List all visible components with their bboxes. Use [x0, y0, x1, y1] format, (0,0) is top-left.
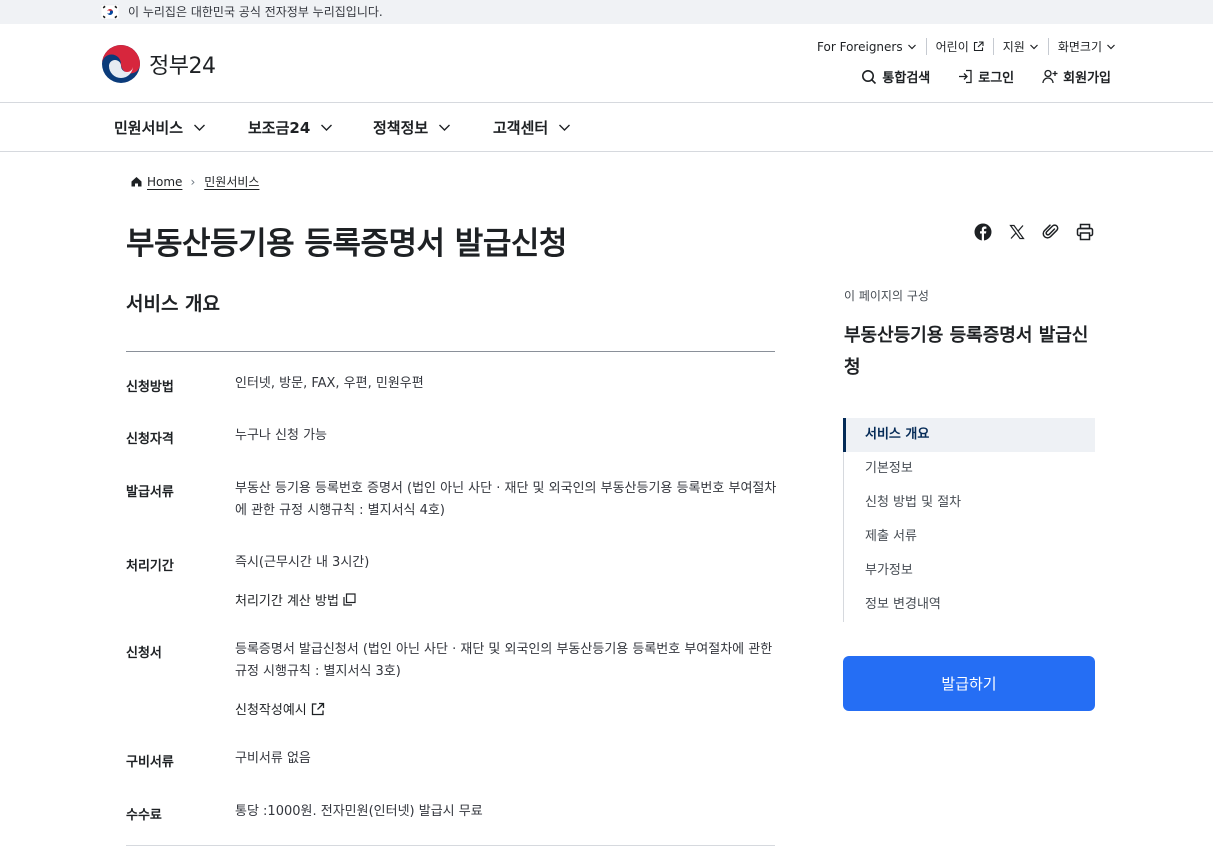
popup-window-icon [343, 593, 356, 606]
chevron-down-icon [321, 124, 333, 131]
row-label-form: 신청서 [126, 646, 162, 661]
utility-label: 지원 [1002, 40, 1025, 54]
search-button[interactable]: 통합검색 [861, 67, 930, 86]
search-icon [862, 69, 877, 84]
chevron-down-icon [1029, 44, 1038, 49]
toc-item-additional[interactable]: 부가정보 [844, 554, 1095, 588]
link-icon [1042, 224, 1059, 239]
print-button[interactable] [1074, 221, 1096, 243]
gov-emblem-icon [102, 45, 140, 83]
issue-button[interactable]: 발급하기 [843, 656, 1095, 711]
row-label-fee: 수수료 [126, 808, 162, 823]
nav-label: 민원서비스 [114, 119, 184, 137]
toc-item-change-history[interactable]: 정보 변경내역 [844, 588, 1095, 622]
row-value-eligibility: 누구나 신청 가능 [235, 428, 327, 443]
row-label-method: 신청방법 [126, 380, 174, 395]
facebook-share-button[interactable] [972, 221, 994, 243]
row-value-required: 구비서류 없음 [235, 751, 311, 766]
overview-bottom-divider [126, 845, 775, 846]
utility-menu: For Foreigners 어린이 지원 화면크기 [808, 38, 1116, 55]
signup-button[interactable]: 회원가입 [1042, 67, 1111, 86]
login-icon [959, 69, 972, 84]
search-label: 통합검색 [882, 71, 931, 86]
period-calc-link[interactable]: 처리기간 계산 방법 [235, 590, 356, 609]
chevron-right-icon: › [190, 174, 196, 189]
chevron-down-icon [907, 44, 916, 49]
period-calc-label: 처리기간 계산 방법 [235, 594, 339, 609]
external-link-icon [973, 41, 984, 52]
site-header: 정부24 For Foreigners 어린이 지원 화면크기 통합검색 로그인 [0, 24, 1213, 103]
home-icon [131, 177, 142, 187]
main-navigation: 민원서비스 보조금24 정책정보 고객센터 [0, 103, 1213, 152]
utility-screen-size[interactable]: 화면크기 [1047, 38, 1116, 55]
toc-item-documents[interactable]: 제출 서류 [844, 520, 1095, 554]
row-value-form: 등록증명서 발급신청서 (법인 아닌 사단 · 재단 및 외국인의 부동산등기용… [235, 642, 773, 679]
overview-top-divider [126, 351, 775, 352]
user-plus-icon [1042, 69, 1058, 84]
section-title-overview: 서비스 개요 [126, 293, 221, 315]
chevron-down-icon [439, 124, 451, 131]
utility-label: For Foreigners [817, 39, 903, 54]
chevron-down-icon [194, 124, 206, 131]
utility-for-foreigners[interactable]: For Foreigners [808, 40, 926, 54]
page-title: 부동산등기용 등록증명서 발급신청 [126, 226, 567, 262]
login-button[interactable]: 로그인 [958, 67, 1014, 86]
external-link-icon [311, 702, 324, 715]
nav-item-civil-service[interactable]: 민원서비스 [114, 117, 206, 138]
utility-kids[interactable]: 어린이 [925, 38, 993, 55]
toc-item-method[interactable]: 신청 방법 및 절차 [844, 486, 1095, 520]
gov-notice-text: 이 누리집은 대한민국 공식 전자정부 누리집입니다. [128, 5, 383, 19]
nav-label: 정책정보 [373, 119, 429, 137]
login-label: 로그인 [978, 71, 1015, 86]
nav-item-customer-center[interactable]: 고객센터 [493, 117, 571, 138]
utility-support[interactable]: 지원 [992, 38, 1048, 55]
row-value-document: 부동산 등기용 등록번호 증명서 (법인 아닌 사단 · 재단 및 외국인의 부… [235, 481, 777, 518]
row-label-document: 발급서류 [126, 485, 174, 500]
row-value-method: 인터넷, 방문, FAX, 우편, 민원우편 [235, 376, 424, 391]
print-icon [1076, 223, 1094, 241]
toc-title: 부동산등기용 등록증명서 발급신청 [844, 325, 1089, 378]
breadcrumb-current-link[interactable]: 민원서비스 [204, 173, 259, 190]
copy-link-button[interactable] [1040, 221, 1062, 243]
form-example-link[interactable]: 신청작성예시 [235, 699, 325, 718]
site-logo[interactable]: 정부24 [101, 44, 216, 84]
korea-flag-icon [101, 4, 119, 20]
header-actions: 통합검색 로그인 회원가입 [833, 67, 1111, 86]
row-label-period: 처리기간 [126, 559, 174, 574]
x-share-button[interactable] [1006, 221, 1028, 243]
row-value-period: 즉시(근무시간 내 3시간) [235, 555, 370, 570]
toc-caption: 이 페이지의 구성 [844, 289, 929, 303]
nav-label: 보조금24 [248, 119, 311, 137]
nav-item-subsidy[interactable]: 보조금24 [248, 117, 333, 138]
nav-item-policy[interactable]: 정책정보 [373, 117, 451, 138]
x-icon [1009, 224, 1025, 240]
signup-label: 회원가입 [1063, 71, 1111, 86]
toc-item-basic-info[interactable]: 기본정보 [844, 452, 1095, 486]
breadcrumb-home-link[interactable]: Home [147, 175, 182, 189]
row-label-eligibility: 신청자격 [126, 432, 174, 447]
toc-list: 서비스 개요 기본정보 신청 방법 및 절차 제출 서류 부가정보 정보 변경내… [843, 418, 1095, 622]
chevron-down-icon [1107, 44, 1115, 49]
share-tools [972, 221, 1108, 243]
row-label-required: 구비서류 [126, 755, 174, 770]
form-example-label: 신청작성예시 [235, 703, 307, 718]
chevron-down-icon [559, 124, 571, 131]
utility-label: 어린이 [935, 40, 969, 54]
logo-text: 정부24 [149, 54, 216, 79]
row-value-fee: 통당 :1000원. 전자민원(인터넷) 발급시 무료 [235, 804, 483, 819]
toc-item-overview[interactable]: 서비스 개요 [843, 418, 1095, 452]
gov-notice-bar: 이 누리집은 대한민국 공식 전자정부 누리집입니다. [0, 0, 1213, 24]
nav-label: 고객센터 [493, 119, 549, 137]
facebook-icon [974, 223, 992, 241]
utility-label: 화면크기 [1057, 40, 1102, 54]
breadcrumb: Home › 민원서비스 [130, 173, 259, 190]
